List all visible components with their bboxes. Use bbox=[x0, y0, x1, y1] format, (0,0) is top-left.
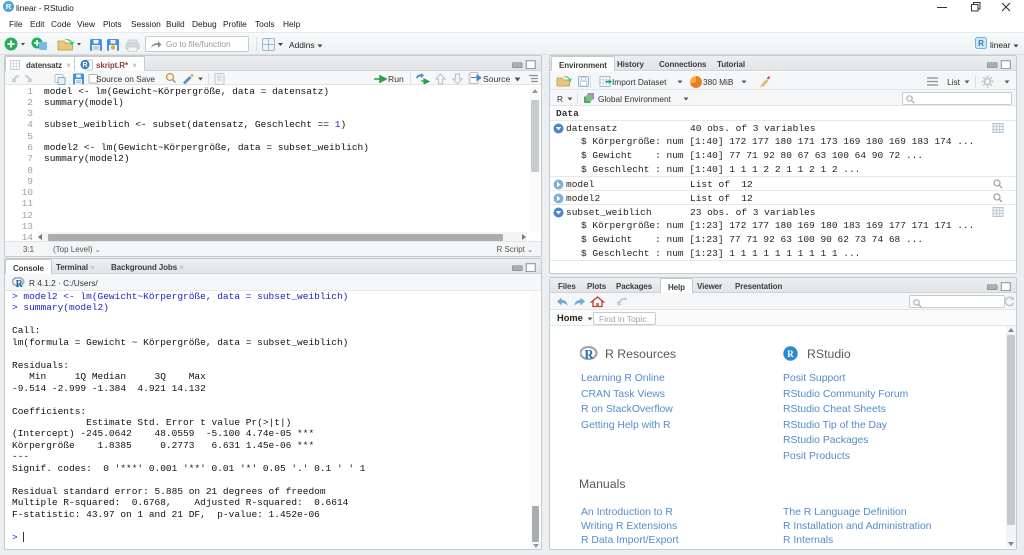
svg-text:R: R bbox=[83, 62, 88, 69]
svg-text:R: R bbox=[978, 39, 984, 48]
svg-text:R: R bbox=[16, 279, 24, 288]
svg-text:R: R bbox=[6, 2, 12, 11]
svg-text:R: R bbox=[584, 348, 594, 362]
svg-text:R: R bbox=[787, 349, 794, 359]
